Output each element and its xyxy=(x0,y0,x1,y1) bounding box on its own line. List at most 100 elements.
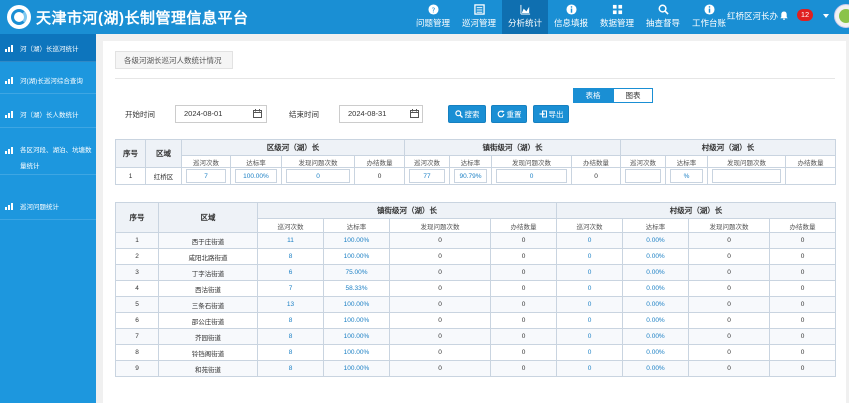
cell-value: 0 xyxy=(571,167,621,185)
cell-value[interactable]: 0 xyxy=(389,296,491,313)
cell-value: 0.00% xyxy=(622,232,689,249)
calendar-icon[interactable] xyxy=(410,109,419,118)
svg-text:?: ? xyxy=(431,5,435,14)
cell-value[interactable]: 0 xyxy=(688,344,770,361)
start-time-label: 开始时间 xyxy=(125,110,155,119)
cell-value: 0 xyxy=(769,280,836,297)
notification-badge[interactable]: 12 xyxy=(797,9,813,21)
cell-value[interactable]: 8 xyxy=(257,312,324,329)
cell-value[interactable]: 13 xyxy=(257,296,324,313)
cell-value[interactable]: 0 xyxy=(688,312,770,329)
breadcrumb-item[interactable]: 各级河湖长巡河人数统计情况 xyxy=(115,51,233,69)
subcol-header: 发现问题次数 xyxy=(389,218,491,233)
row-area: 芥园街道 xyxy=(158,328,258,345)
cell-value[interactable]: 0 xyxy=(688,248,770,265)
nav-data-management[interactable]: 数据管理 xyxy=(594,0,640,34)
cell-value[interactable] xyxy=(625,169,661,183)
cell-value[interactable]: 8 xyxy=(257,248,324,265)
cell-value[interactable]: 8 xyxy=(257,360,324,377)
nav-patrol-management[interactable]: 巡河管理 xyxy=(456,0,502,34)
cell-value[interactable]: 0 xyxy=(688,296,770,313)
cell-value: 0.00% xyxy=(622,360,689,377)
chart-view-button[interactable]: 图表 xyxy=(613,88,653,103)
row-index: 7 xyxy=(115,328,159,345)
table-row: 3 丁字沽街道 6 75.00% 0 0 0 0.00% 0 0 xyxy=(115,264,836,281)
sidebar-item-district-counts[interactable]: 各区河段、湖泊、坑塘数量统计 xyxy=(0,137,96,175)
export-button[interactable]: 导出 xyxy=(533,105,569,123)
cell-value[interactable]: 7 xyxy=(257,280,324,297)
cell-value[interactable]: 0 xyxy=(688,232,770,249)
chevron-down-icon[interactable] xyxy=(823,14,829,18)
reset-button[interactable]: 重置 xyxy=(491,105,527,123)
nav-work-ledger[interactable]: 工作台账 xyxy=(686,0,732,34)
row-area: 和苑街道 xyxy=(158,360,258,377)
cell-value[interactable] xyxy=(712,169,781,183)
export-icon xyxy=(539,110,547,118)
cell-value: 0.00% xyxy=(622,344,689,361)
divider xyxy=(115,78,835,79)
cell-value[interactable]: 7 xyxy=(186,169,226,183)
cell-value[interactable]: 0 xyxy=(556,312,623,329)
cell-value: 0 xyxy=(490,296,557,313)
cell-value[interactable]: 0 xyxy=(556,280,623,297)
sidebar: 河（湖）长巡河统计 河(湖)长巡河综合查询 河（湖）长人数统计 各区河段、湖泊、… xyxy=(0,34,96,403)
cell-value: 100.00% xyxy=(323,232,390,249)
nav-label: 巡河管理 xyxy=(461,18,496,28)
row-area: 西于庄街道 xyxy=(158,232,258,249)
bell-icon[interactable] xyxy=(780,11,788,20)
cell-value[interactable]: 0 xyxy=(389,344,491,361)
cell-value[interactable]: 0 xyxy=(556,360,623,377)
cell-value[interactable]: 0 xyxy=(688,264,770,281)
cell-value[interactable]: 6 xyxy=(257,264,324,281)
cell-value[interactable]: 0 xyxy=(389,248,491,265)
col-index-header: 序号 xyxy=(115,202,159,233)
search-icon xyxy=(454,110,463,118)
subcol-header: 巡河次数 xyxy=(181,155,231,168)
cell-value[interactable]: 11 xyxy=(257,232,324,249)
cell-value[interactable]: 0 xyxy=(556,344,623,361)
cell-value[interactable]: 0 xyxy=(556,264,623,281)
cell-value[interactable]: 0 xyxy=(389,280,491,297)
sidebar-item-patrol-stats[interactable]: 河（湖）长巡河统计 xyxy=(0,34,96,62)
current-user[interactable]: 红桥区河长办 xyxy=(727,10,778,22)
cell-value: 90.79% xyxy=(454,169,487,183)
cell-value[interactable]: 0 xyxy=(556,248,623,265)
calendar-icon[interactable] xyxy=(253,109,262,118)
group-header: 镇街级河（湖）长 xyxy=(257,202,557,219)
cell-value[interactable]: 77 xyxy=(409,169,445,183)
cell-value[interactable]: 8 xyxy=(257,344,324,361)
avatar[interactable] xyxy=(834,4,849,28)
col-index-header: 序号 xyxy=(115,139,146,168)
cell-value[interactable]: 0 xyxy=(286,169,350,183)
cell-value[interactable]: 0 xyxy=(688,360,770,377)
table-view-button[interactable]: 表格 xyxy=(573,88,613,103)
nav-problem-management[interactable]: ? 问题管理 xyxy=(410,0,456,34)
cell-value[interactable]: 0 xyxy=(556,328,623,345)
nav-analysis-statistics[interactable]: 分析统计 xyxy=(502,0,548,34)
sidebar-item-problem-stats[interactable]: 巡河问题统计 xyxy=(0,192,96,220)
bar-chart-icon xyxy=(5,202,13,210)
nav-label: 问题管理 xyxy=(415,18,450,28)
cell-value[interactable]: 0 xyxy=(389,360,491,377)
cell-value: 0 xyxy=(769,312,836,329)
cell-value[interactable]: 0 xyxy=(688,328,770,345)
subcol-header: 巡河次数 xyxy=(556,218,623,233)
cell-value[interactable]: 0 xyxy=(556,296,623,313)
cell-value[interactable]: 0 xyxy=(389,264,491,281)
cell-value[interactable]: 8 xyxy=(257,328,324,345)
cell-value[interactable]: 0 xyxy=(389,312,491,329)
cell-value[interactable]: 0 xyxy=(688,280,770,297)
cell-value[interactable]: 0 xyxy=(389,232,491,249)
cell-value[interactable]: 0 xyxy=(496,169,567,183)
cell-value: 58.33% xyxy=(323,280,390,297)
sidebar-item-headcount[interactable]: 河（湖）长人数统计 xyxy=(0,100,96,128)
nav-label: 工作台账 xyxy=(691,18,726,28)
cell-value: 100.00% xyxy=(235,169,277,183)
sidebar-item-patrol-query[interactable]: 河(湖)长巡河综合查询 xyxy=(0,66,96,94)
nav-info-report[interactable]: 信息填报 xyxy=(548,0,594,34)
cell-value[interactable]: 0 xyxy=(556,232,623,249)
search-button[interactable]: 搜索 xyxy=(448,105,486,123)
table-row: 9 和苑街道 8 100.00% 0 0 0 0.00% 0 0 xyxy=(115,360,836,377)
nav-spot-check[interactable]: 抽查督导 xyxy=(640,0,686,34)
cell-value[interactable]: 0 xyxy=(389,328,491,345)
